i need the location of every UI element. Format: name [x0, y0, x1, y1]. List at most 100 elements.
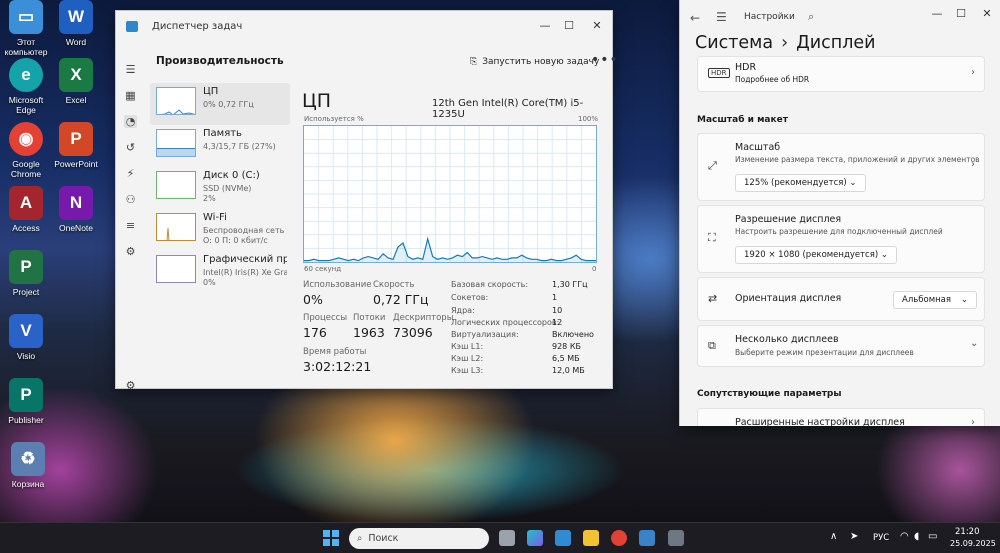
copilot-icon[interactable] [527, 530, 543, 546]
resource-item-gpu[interactable]: Графический процессор Intel(R) Iris(R) X… [150, 251, 290, 299]
cpu-usage-svg [304, 126, 596, 262]
close-button[interactable]: ✕ [976, 5, 998, 23]
app-history-icon[interactable]: ↺ [124, 141, 137, 154]
close-button[interactable]: ✕ [586, 17, 608, 35]
resolution-card[interactable]: ⛶ Разрешение дисплея Настроить разрешени… [697, 205, 985, 273]
resolution-value: 1920 × 1080 (рекомендуется) [744, 250, 879, 260]
desktop-icon-excel[interactable]: X Excel [50, 58, 102, 105]
desktop-icon-project[interactable]: P Project [0, 250, 52, 297]
orientation-dropdown[interactable]: Альбомная ⌄ [893, 291, 977, 309]
spec-value: 928 КБ [552, 342, 581, 351]
resource-item-disk[interactable]: Диск 0 (C:) SSD (NVMe) 2% [150, 167, 290, 209]
chevron-down-icon: ⌄ [849, 178, 857, 188]
desktop-icon-edge[interactable]: e Microsoft Edge [0, 58, 52, 115]
graph-label-duration: 60 секунд [304, 265, 342, 273]
taskbar: ⌕ Поиск ∧ ➤ РУС ◠ ◖ ▭ 21:20 25.09.2025 [0, 522, 1000, 553]
details-icon[interactable]: ≡ [124, 219, 137, 232]
powerpoint-icon: P [59, 122, 93, 156]
clock-time[interactable]: 21:20 [955, 527, 980, 537]
wifi-icon[interactable]: ◠ [900, 531, 909, 542]
desktop-icon-publisher[interactable]: P Publisher [0, 378, 52, 425]
spec-value: 10 [552, 306, 563, 315]
hdr-card[interactable]: HDR HDR Подробнее об HDR › [697, 56, 985, 92]
language-indicator[interactable]: РУС [873, 533, 889, 543]
desktop-icon-chrome[interactable]: ◉ Google Chrome [0, 122, 52, 179]
hamburger-menu-icon[interactable]: ☰ [716, 10, 727, 24]
resource-detail: 4,3/15,7 ГБ (27%) [203, 142, 276, 151]
desktop-icon-label: Microsoft Edge [8, 95, 44, 115]
resource-detail: 0% [203, 278, 216, 287]
resource-item-cpu[interactable]: ЦП 0% 0,72 ГГц [150, 83, 290, 125]
resolution-icon: ⛶ [708, 231, 716, 244]
scale-card[interactable]: ⤢ Масштаб Изменение размера текста, прил… [697, 133, 985, 201]
settings-app-name: Настройки [744, 12, 795, 22]
desktop-icon-this-pc[interactable]: ▭ Этот компьютер [0, 0, 52, 57]
project-icon: P [9, 250, 43, 284]
battery-icon[interactable]: ▭ [928, 531, 937, 542]
chrome-icon[interactable] [611, 530, 627, 546]
startup-apps-icon[interactable]: ⚡ [124, 167, 137, 180]
scale-dropdown[interactable]: 125% (рекомендуется) ⌄ [735, 174, 866, 192]
clock-date[interactable]: 25.09.2025 [950, 539, 996, 548]
desktop-icon-word[interactable]: W Word [50, 0, 102, 47]
services-icon[interactable]: ⚙ [124, 245, 137, 258]
settings-gear-icon[interactable]: ⚙ [124, 379, 137, 392]
hdr-link[interactable]: Подробнее об HDR [735, 75, 809, 84]
users-icon[interactable]: ⚇ [124, 193, 137, 206]
taskbar-search[interactable]: ⌕ Поиск [349, 528, 489, 549]
tray-location-icon[interactable]: ➤ [850, 531, 858, 542]
start-windows-icon[interactable] [323, 530, 339, 546]
resource-item-memory[interactable]: Память 4,3/15,7 ГБ (27%) [150, 125, 290, 167]
multiple-displays-title: Несколько дисплеев [735, 334, 839, 345]
run-new-task-button[interactable]: ⎘ Запустить новую задачу [470, 57, 599, 67]
onenote-icon: N [59, 186, 93, 220]
task-view-icon[interactable] [499, 530, 515, 546]
desktop-icon-recycle-bin[interactable]: ♻ Корзина [2, 442, 54, 489]
search-icon[interactable]: ⌕ [808, 10, 814, 24]
breadcrumb-system[interactable]: Система [695, 33, 773, 53]
more-options-button[interactable]: ••• [591, 52, 619, 68]
desktop-icon-access[interactable]: A Access [0, 186, 52, 233]
minimize-button[interactable]: — [534, 17, 556, 35]
memory-thumbnail-graph [156, 129, 196, 157]
desktop-icon-visio[interactable]: V Visio [0, 314, 52, 361]
threads-label: Потоки [353, 313, 386, 323]
speed-label: Скорость [373, 280, 415, 290]
desktop-icon-label: PowerPoint [54, 159, 98, 169]
settings-taskbar-icon[interactable] [668, 530, 684, 546]
volume-icon[interactable]: ◖ [914, 531, 919, 542]
publisher-icon: P [9, 378, 43, 412]
processes-icon[interactable]: ▦ [124, 89, 137, 102]
minimize-button[interactable]: — [926, 5, 948, 23]
file-explorer-folder-icon[interactable] [583, 530, 599, 546]
uptime-label: Время работы [303, 347, 367, 357]
resource-item-wifi[interactable]: Wi-Fi Беспроводная сеть О: 0 П: 0 кбит/с [150, 209, 290, 251]
desktop-icon-onenote[interactable]: N OneNote [50, 186, 102, 233]
spec-label: Виртуализация: [451, 330, 519, 339]
resource-detail: 0% 0,72 ГГц [203, 100, 254, 109]
back-arrow-icon[interactable]: ← [690, 11, 700, 25]
chevron-down-icon: ⌄ [960, 295, 968, 305]
task-manager-window: Диспетчер задач — ☐ ✕ ☰ ▦ ◔ ↺ ⚡ ⚇ ≡ ⚙ ⚙ … [115, 10, 618, 392]
run-task-icon: ⎘ [470, 57, 478, 67]
explorer-icon[interactable] [555, 530, 571, 546]
task-manager-taskbar-icon[interactable] [639, 530, 655, 546]
maximize-button[interactable]: ☐ [950, 5, 972, 23]
maximize-button[interactable]: ☐ [558, 17, 580, 35]
scale-icon: ⤢ [708, 159, 717, 172]
resolution-dropdown[interactable]: 1920 × 1080 (рекомендуется) ⌄ [735, 246, 897, 264]
scale-value: 125% (рекомендуется) [744, 178, 847, 188]
excel-icon: X [59, 58, 93, 92]
multiple-displays-card[interactable]: ⧉ Несколько дисплеев Выберите режим през… [697, 325, 985, 367]
hamburger-menu-icon[interactable]: ☰ [124, 63, 137, 76]
chevron-right-icon: › [971, 417, 975, 426]
threads-value: 1963 [353, 325, 385, 340]
performance-icon[interactable]: ◔ [124, 115, 137, 128]
desktop-icon-powerpoint[interactable]: P PowerPoint [50, 122, 102, 169]
wifi-thumbnail-graph [156, 213, 196, 241]
resolution-description: Настроить разрешение для подключенный ди… [735, 227, 943, 236]
hdr-icon: HDR [708, 68, 730, 78]
resource-detail: 2% [203, 194, 216, 203]
advanced-display-card[interactable]: Расширенные настройки дисплея › [697, 408, 985, 426]
tray-chevron-up-icon[interactable]: ∧ [830, 531, 837, 542]
